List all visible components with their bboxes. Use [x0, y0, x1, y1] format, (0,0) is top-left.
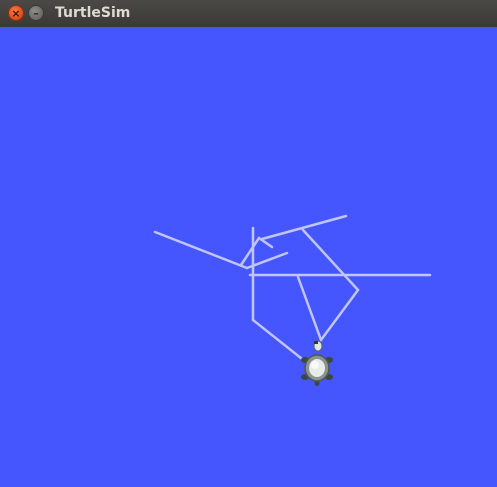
turtle-icon	[301, 340, 333, 386]
minimize-icon: –	[33, 6, 39, 20]
trail-segment	[239, 236, 261, 267]
trail-segment	[301, 228, 360, 292]
turtle-shell-highlight	[311, 361, 319, 369]
close-icon: ×	[11, 6, 21, 20]
trail-segment	[153, 230, 249, 270]
turtle-eyes	[314, 341, 318, 344]
close-button[interactable]: ×	[8, 5, 24, 21]
trail-segment	[260, 214, 348, 241]
trail-segment	[296, 275, 323, 342]
trail-segment	[319, 288, 360, 342]
window-title: TurtleSim	[55, 5, 131, 21]
pen-trail	[153, 214, 432, 372]
trail-layer	[153, 214, 432, 386]
turtlesim-window: × – TurtleSim	[0, 0, 497, 487]
minimize-button[interactable]: –	[28, 5, 44, 21]
title-bar[interactable]: × – TurtleSim	[0, 0, 497, 27]
turtle-canvas	[0, 27, 497, 487]
